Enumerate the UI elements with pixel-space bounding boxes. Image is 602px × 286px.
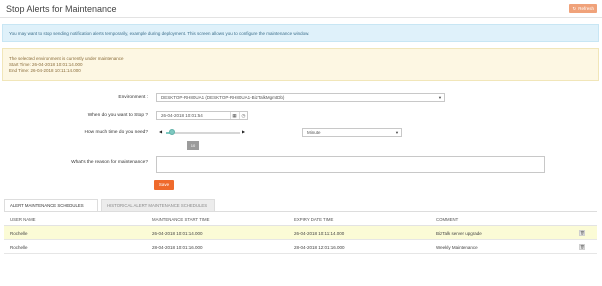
expiry-time-cell: 28-04-2018 12:01:16.000 [294, 245, 345, 250]
duration-value-badge: 10 [187, 141, 199, 150]
refresh-button[interactable]: ↻ Refresh [569, 4, 597, 13]
stop-datetime-input[interactable]: 26-04-2018 10:01:54 ▦ ◷ [156, 111, 248, 120]
tab-alert-maintenance-schedules[interactable]: ALERT MAINTENANCE SCHEDULES [4, 199, 98, 211]
start-time-cell: 28-04-2018 10:01:16.000 [152, 245, 203, 250]
calendar-icon[interactable]: ▦ [230, 112, 238, 119]
user-name-cell: Rochelle [10, 231, 28, 236]
slider-decrease-icon[interactable]: ◀ [159, 129, 162, 134]
stop-datetime-value: 26-04-2018 10:01:54 [161, 113, 203, 118]
environment-label: Environment : [118, 95, 148, 100]
save-button[interactable]: Save [154, 180, 174, 190]
delete-icon[interactable]: 🗑 [579, 244, 585, 250]
reason-label: What's the reason for maintenance? [71, 160, 148, 165]
slider-increase-icon[interactable]: ▶ [242, 129, 245, 134]
maintenance-form: Environment : DESKTOP-RH80UA1 (DESKTOP-R… [2, 87, 599, 197]
schedules-table: USER NAME MAINTENANCE START TIME EXPIRY … [4, 211, 597, 254]
page-title: Stop Alerts for Maintenance [6, 4, 117, 14]
user-name-cell: Rochelle [10, 245, 28, 250]
refresh-label: Refresh [578, 6, 594, 11]
comment-cell: BizTalk server upgrade [436, 231, 482, 236]
duration-slider-track[interactable] [166, 132, 240, 134]
maintenance-status-box: The selected environment is currently un… [2, 48, 599, 81]
column-header-comment: COMMENT [436, 217, 459, 222]
clock-icon[interactable]: ◷ [239, 112, 247, 119]
duration-unit-value: Minute [307, 130, 321, 135]
environment-value: DESKTOP-RH80UA1 (DESKTOP-RH80UA1-BizTalk… [161, 95, 285, 100]
environment-select[interactable]: DESKTOP-RH80UA1 (DESKTOP-RH80UA1-BizTalk… [156, 93, 445, 102]
table-header: USER NAME MAINTENANCE START TIME EXPIRY … [4, 212, 597, 226]
duration-slider-handle[interactable] [168, 129, 175, 135]
chevron-down-icon: ▼ [438, 95, 442, 100]
column-header-user-name: USER NAME [10, 217, 36, 222]
table-row[interactable]: Rochelle 28-04-2018 10:01:16.000 28-04-2… [4, 240, 597, 254]
refresh-icon: ↻ [572, 6, 577, 11]
column-header-expiry-time: EXPIRY DATE TIME [294, 217, 334, 222]
duration-unit-select[interactable]: Minute ▼ [302, 128, 402, 137]
tab-historical-alert-maintenance-schedules[interactable]: HISTORICAL ALERT MAINTENANCE SCHEDULES [101, 199, 215, 211]
chevron-down-icon: ▼ [395, 130, 399, 135]
comment-cell: Weekly Maintenance [436, 245, 478, 250]
info-message: You may want to stop sending notificatio… [2, 24, 599, 42]
table-row[interactable]: Rochelle 26-04-2018 10:01:14.000 26-04-2… [4, 226, 597, 240]
expiry-time-cell: 26-04-2018 10:11:14.000 [294, 231, 345, 236]
start-time-cell: 26-04-2018 10:01:14.000 [152, 231, 203, 236]
delete-icon[interactable]: 🗑 [579, 230, 585, 236]
column-header-start-time: MAINTENANCE START TIME [152, 217, 210, 222]
duration-label: How much time do you need? [84, 130, 148, 135]
when-label: When do you want to Stop ? [87, 113, 148, 118]
page-header: Stop Alerts for Maintenance ↻ Refresh [0, 0, 602, 18]
reason-textarea[interactable] [156, 156, 545, 173]
maintenance-end-time: End Time: 26-04-2018 10:11:14.000 [9, 68, 81, 73]
